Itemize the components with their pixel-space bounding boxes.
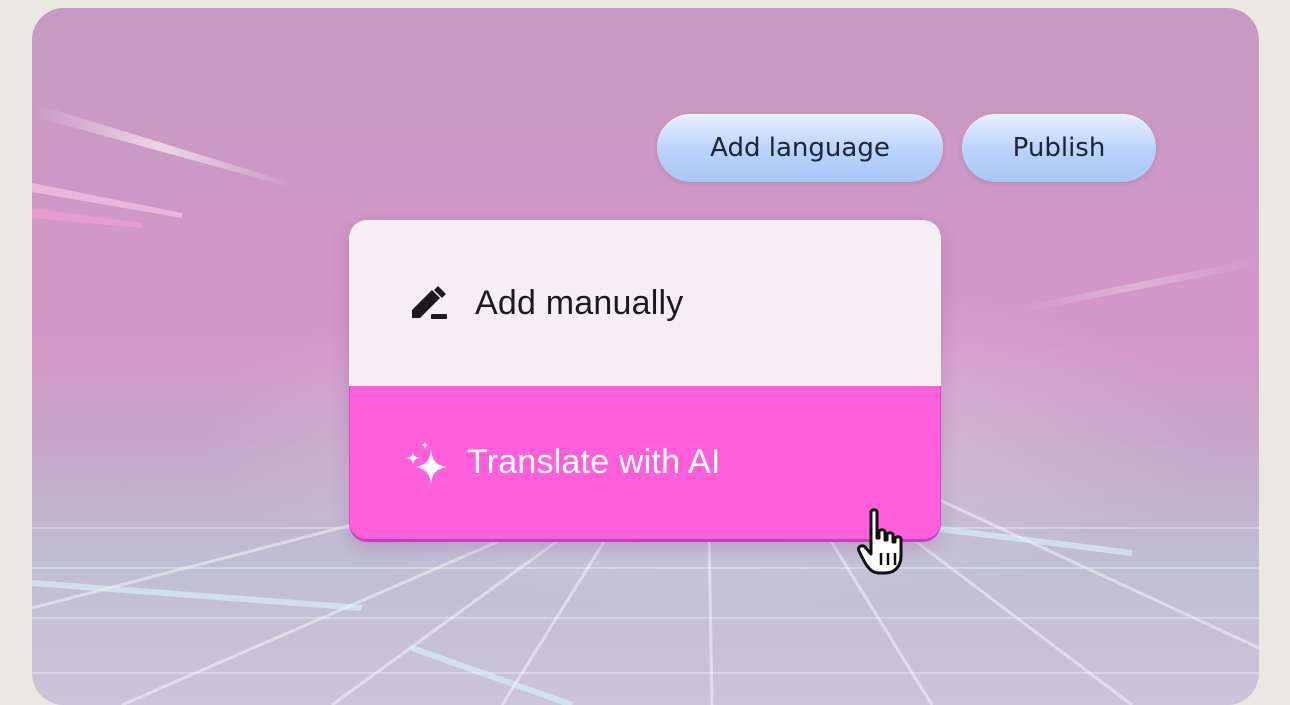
menu-item-translate-with-ai[interactable]: Translate with AI xyxy=(349,386,941,542)
publish-button[interactable]: Publish xyxy=(962,114,1156,182)
menu-item-add-manually[interactable]: Add manually xyxy=(349,220,941,386)
pencil-icon xyxy=(409,285,449,321)
menu-item-label: Translate with AI xyxy=(467,443,721,481)
sparkle-icon xyxy=(403,440,449,485)
stage-panel: Add language Publish Add manually Transl… xyxy=(32,8,1259,705)
menu-item-label: Add manually xyxy=(475,283,684,322)
hand-pointer-icon xyxy=(857,508,917,582)
add-language-menu: Add manually Translate with AI xyxy=(349,220,941,542)
add-language-button[interactable]: Add language xyxy=(657,114,943,182)
